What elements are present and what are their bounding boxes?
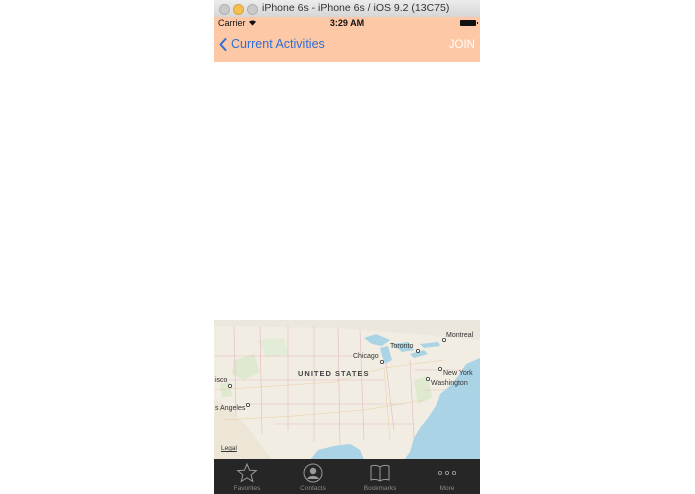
city-label-washington: Washington (431, 380, 468, 387)
book-icon (370, 464, 390, 482)
battery-icon (460, 20, 478, 26)
tab-contacts-label: Contacts (300, 485, 326, 492)
back-button-label: Current Activities (231, 37, 325, 51)
back-button[interactable]: Current Activities (219, 37, 325, 51)
minimize-window-button[interactable] (233, 4, 244, 15)
join-button[interactable]: JOIN (449, 39, 475, 51)
window-title: iPhone 6s - iPhone 6s / iOS 9.2 (13C75) (262, 2, 450, 14)
tab-contacts[interactable]: Contacts (280, 459, 346, 494)
simulator-window-bar: iPhone 6s - iPhone 6s / iOS 9.2 (13C75) (214, 0, 480, 18)
city-label-chicago: Chicago (353, 353, 379, 360)
tab-favorites[interactable]: Favorites (214, 459, 280, 494)
zoom-window-button[interactable] (247, 4, 258, 15)
status-time: 3:29 AM (329, 18, 365, 28)
city-label-los-angeles: s Angeles (215, 405, 246, 412)
simulator-screen: iPhone 6s - iPhone 6s / iOS 9.2 (13C75) … (214, 0, 480, 494)
map-view[interactable]: Montreal Toronto Chicago New York Washin… (214, 320, 480, 460)
city-label-new-york: New York (443, 370, 473, 377)
navigation-bar: Carrier 3:29 AM Current Activities JOIN (214, 17, 480, 62)
city-label-montreal: Montreal (446, 332, 474, 339)
chevron-left-icon (219, 37, 227, 51)
map-legal-link[interactable]: Legal (221, 445, 237, 452)
city-label-toronto: Toronto (390, 343, 414, 350)
city-label-san-francisco: isco (215, 377, 228, 384)
tab-favorites-label: Favorites (233, 485, 261, 492)
contact-icon (303, 463, 323, 483)
more-dots-icon (437, 470, 457, 476)
tab-more-label: More (439, 485, 455, 492)
country-label: UNITED STATES (298, 369, 370, 378)
tab-more[interactable]: More (414, 459, 480, 494)
close-window-button[interactable] (219, 4, 230, 15)
tab-bookmarks[interactable]: Bookmarks (347, 459, 413, 494)
tab-bar: Favorites Contacts Bookmarks More (214, 459, 480, 494)
star-icon (236, 462, 258, 483)
map-terrain (214, 320, 480, 460)
tab-bookmarks-label: Bookmarks (363, 485, 397, 492)
